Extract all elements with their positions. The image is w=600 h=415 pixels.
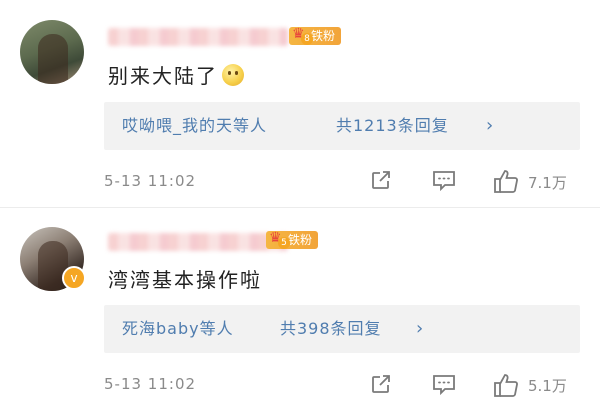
fan-badge-label: 铁粉: [288, 233, 313, 247]
like-count: 7.1万: [528, 174, 567, 192]
smile-emoji-icon: [222, 64, 244, 86]
share-icon: [372, 171, 390, 189]
like-count: 5.1万: [528, 377, 567, 395]
username-redacted[interactable]: [108, 233, 288, 251]
timestamp: 5-13 11:02: [104, 375, 197, 393]
comment-text: 湾湾基本操作啦: [108, 268, 262, 292]
fan-badge: ♛ 5 铁粉: [266, 230, 319, 249]
comment-button[interactable]: [431, 168, 457, 192]
chevron-right-icon: ›: [486, 115, 494, 136]
replies-users: 哎呦喂_我的天等人: [122, 116, 268, 135]
chevron-right-icon: ›: [416, 318, 424, 339]
like-button[interactable]: [492, 168, 520, 194]
thumbs-up-icon: [494, 170, 518, 193]
timestamp: 5-13 11:02: [104, 172, 197, 190]
replies-preview[interactable]: 死海baby等人 共398条回复 ›: [104, 305, 580, 353]
comment-icon: [433, 375, 455, 396]
share-button[interactable]: [369, 168, 393, 192]
fan-level: 5: [278, 237, 290, 249]
replies-count: 共1213条回复: [336, 116, 449, 135]
comment-feed: ♛ 8 铁粉 别来大陆了 哎呦喂_我的天等人 共1213条回复 › 5-13 1…: [0, 0, 600, 415]
comment-item: v ♛ 5 铁粉 湾湾基本操作啦 死海baby等人 共398条回复 › 5-13…: [0, 207, 600, 415]
verified-badge-icon: v: [62, 266, 86, 290]
comment-text: 别来大陆了: [108, 60, 244, 89]
username-redacted[interactable]: [108, 28, 288, 46]
comment-text-content: 别来大陆了: [108, 64, 218, 88]
replies-preview[interactable]: 哎呦喂_我的天等人 共1213条回复 ›: [104, 102, 580, 150]
thumbs-up-icon: [494, 374, 518, 397]
replies-count: 共398条回复: [280, 319, 382, 338]
share-button[interactable]: [369, 372, 393, 396]
share-icon: [372, 375, 390, 393]
avatar[interactable]: [20, 20, 84, 84]
comment-icon: [433, 171, 455, 192]
like-button[interactable]: [492, 372, 520, 398]
fan-badge-label: 铁粉: [311, 29, 336, 43]
fan-badge: ♛ 8 铁粉: [289, 26, 342, 45]
fan-level: 8: [301, 33, 313, 45]
replies-users: 死海baby等人: [122, 319, 234, 338]
comment-item: ♛ 8 铁粉 别来大陆了 哎呦喂_我的天等人 共1213条回复 › 5-13 1…: [0, 0, 600, 207]
comment-button[interactable]: [431, 372, 457, 396]
